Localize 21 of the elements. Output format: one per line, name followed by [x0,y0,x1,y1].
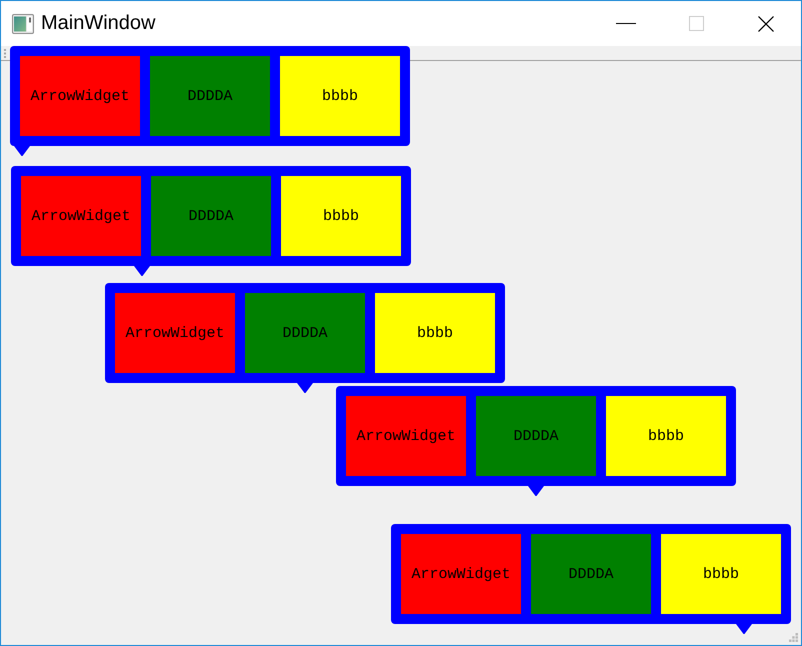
label-tile: ArrowWidget [401,534,521,614]
label-tile: bbbb [281,176,401,256]
label-tile: DDDDA [531,534,651,614]
maximize-icon [688,16,704,31]
close-icon [758,16,774,32]
minimize-icon [616,23,636,24]
label-tile: bbbb [606,396,726,476]
label-tile: ArrowWidget [20,56,140,136]
label-tile: bbbb [661,534,781,614]
label-tile: DDDDA [245,293,365,373]
app-window-icon [12,14,34,34]
label-tile: DDDDA [476,396,596,476]
size-grip-icon[interactable] [789,633,798,642]
label-tile: ArrowWidget [115,293,235,373]
label-tile: bbbb [280,56,400,136]
label-tile: DDDDA [150,56,270,136]
label-tile: ArrowWidget [21,176,141,256]
label-tile: bbbb [375,293,495,373]
label-tile: ArrowWidget [346,396,466,476]
window-title: MainWindow [41,12,156,35]
label-tile: DDDDA [151,176,271,256]
